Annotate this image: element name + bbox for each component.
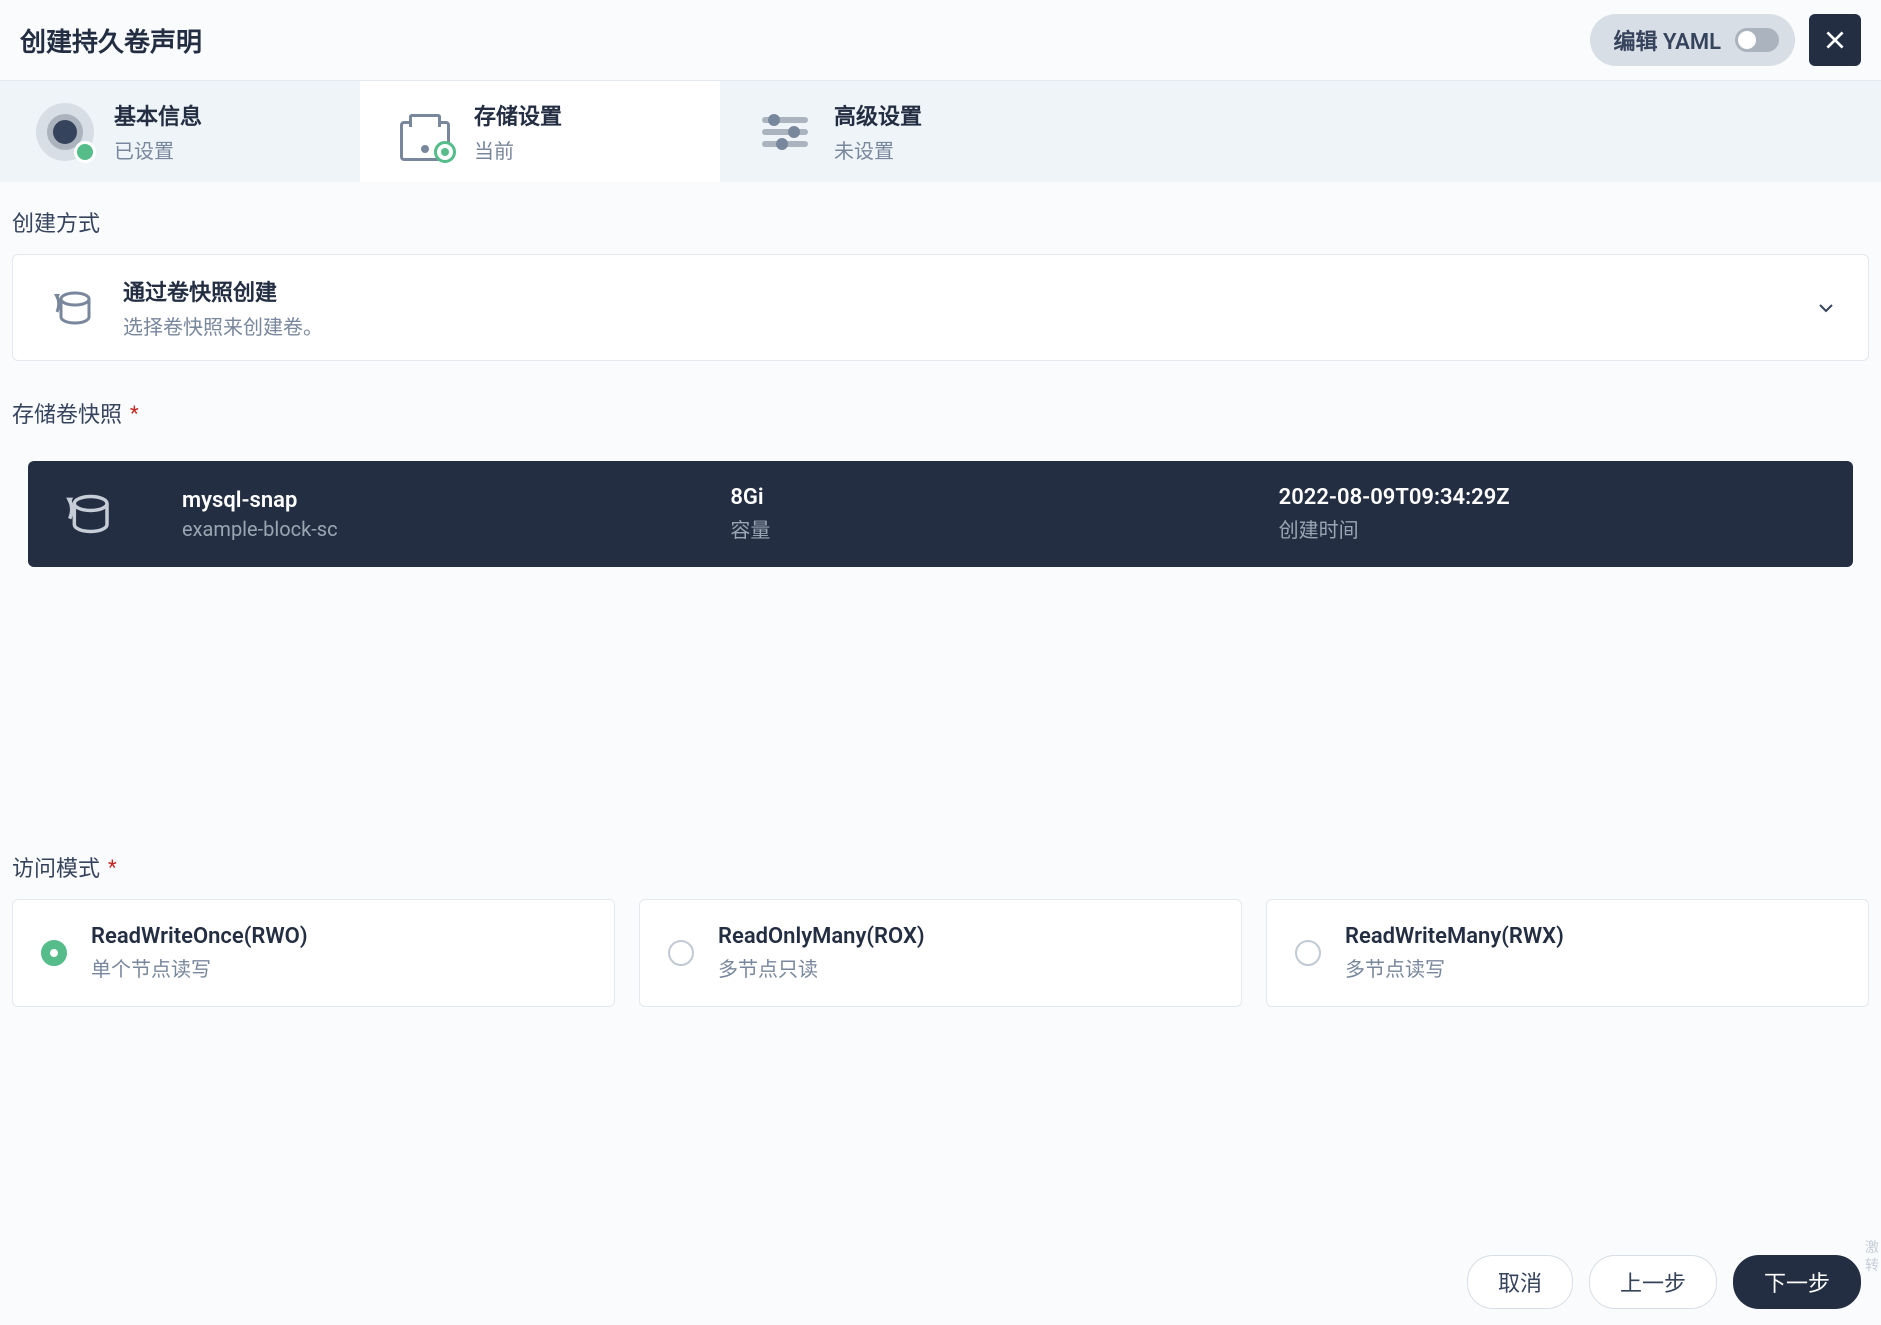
footer-actions: 取消 上一步 下一步 [1447,1239,1881,1325]
stepper-basic-info[interactable]: 基本信息 已设置 [0,81,360,182]
access-mode-rwx[interactable]: ReadWriteMany(RWX) 多节点读写 [1266,899,1869,1007]
step-sub: 未设置 [834,135,922,164]
stepper-tabs: 基本信息 已设置 存储设置 当前 高级设置 未设置 [0,81,1881,182]
snapshot-list-panel: mysql-snap example-block-sc 8Gi 容量 2022-… [12,445,1869,815]
snapshot-created-value: 2022-08-09T09:34:29Z [1279,485,1823,510]
close-icon [1822,27,1848,53]
snapshot-section-label: 存储卷快照 * [12,397,1869,429]
step-icon-advanced [756,103,814,161]
snapshot-item-mysql-snap[interactable]: mysql-snap example-block-sc 8Gi 容量 2022-… [28,461,1853,567]
mode-desc: 单个节点读写 [91,953,308,982]
cancel-button[interactable]: 取消 [1467,1255,1573,1309]
access-mode-label: 访问模式 * [12,851,1869,883]
snapshot-capacity-label: 容量 [730,514,1274,543]
creation-method-dropdown[interactable]: 通过卷快照创建 选择卷快照来创建卷。 [12,254,1869,361]
step-title: 存储设置 [474,99,562,131]
snapshot-created-label: 创建时间 [1279,514,1823,543]
mode-desc: 多节点只读 [718,953,925,982]
stepper-advanced-settings[interactable]: 高级设置 未设置 [720,81,1080,182]
snapshot-restore-icon [43,280,99,336]
radio-icon [668,940,694,966]
step-sub: 已设置 [114,135,202,164]
sliders-icon [762,117,808,147]
next-button[interactable]: 下一步 [1733,1255,1861,1309]
access-mode-group: ReadWriteOnce(RWO) 单个节点读写 ReadOnlyMany(R… [12,899,1869,1007]
mode-desc: 多节点读写 [1345,953,1564,982]
toggle-switch-icon [1735,28,1779,52]
edit-yaml-toggle[interactable]: 编辑 YAML [1590,14,1796,66]
prev-button[interactable]: 上一步 [1589,1255,1717,1309]
stepper-storage-settings[interactable]: 存储设置 当前 [360,81,720,182]
edit-yaml-label: 编辑 YAML [1614,24,1722,56]
snapshot-capacity-value: 8Gi [730,485,1274,510]
step-title: 高级设置 [834,99,922,131]
mode-title: ReadWriteOnce(RWO) [91,924,308,949]
creation-method-title: 通过卷快照创建 [123,275,323,307]
access-mode-rox[interactable]: ReadOnlyMany(ROX) 多节点只读 [639,899,1242,1007]
snapshot-storage-class: example-block-sc [182,517,726,541]
mode-title: ReadWriteMany(RWX) [1345,924,1564,949]
access-mode-rwo[interactable]: ReadWriteOnce(RWO) 单个节点读写 [12,899,615,1007]
header-actions: 编辑 YAML [1590,14,1862,66]
radio-icon [1295,940,1321,966]
step-sub: 当前 [474,135,562,164]
creation-method-label: 创建方式 [12,206,1869,238]
snapshot-icon [58,486,178,542]
watermark-text: 激 转 [1865,1239,1879,1275]
status-badge-done-icon [74,141,96,163]
radio-selected-icon [41,940,67,966]
modal-header: 创建持久卷声明 编辑 YAML [0,0,1881,81]
status-badge-current-icon [434,141,456,163]
step-icon-storage [396,103,454,161]
chevron-down-icon [1814,296,1838,320]
mode-title: ReadOnlyMany(ROX) [718,924,925,949]
creation-method-desc: 选择卷快照来创建卷。 [123,311,323,340]
close-button[interactable] [1809,14,1861,66]
step-title: 基本信息 [114,99,202,131]
required-asterisk: * [108,855,117,879]
page-title: 创建持久卷声明 [20,22,202,59]
snapshot-name: mysql-snap [182,488,726,513]
main-content: 创建方式 通过卷快照创建 选择卷快照来创建卷。 存储卷快照 * [0,182,1881,1007]
step-icon-basic [36,103,94,161]
required-asterisk: * [130,401,139,425]
